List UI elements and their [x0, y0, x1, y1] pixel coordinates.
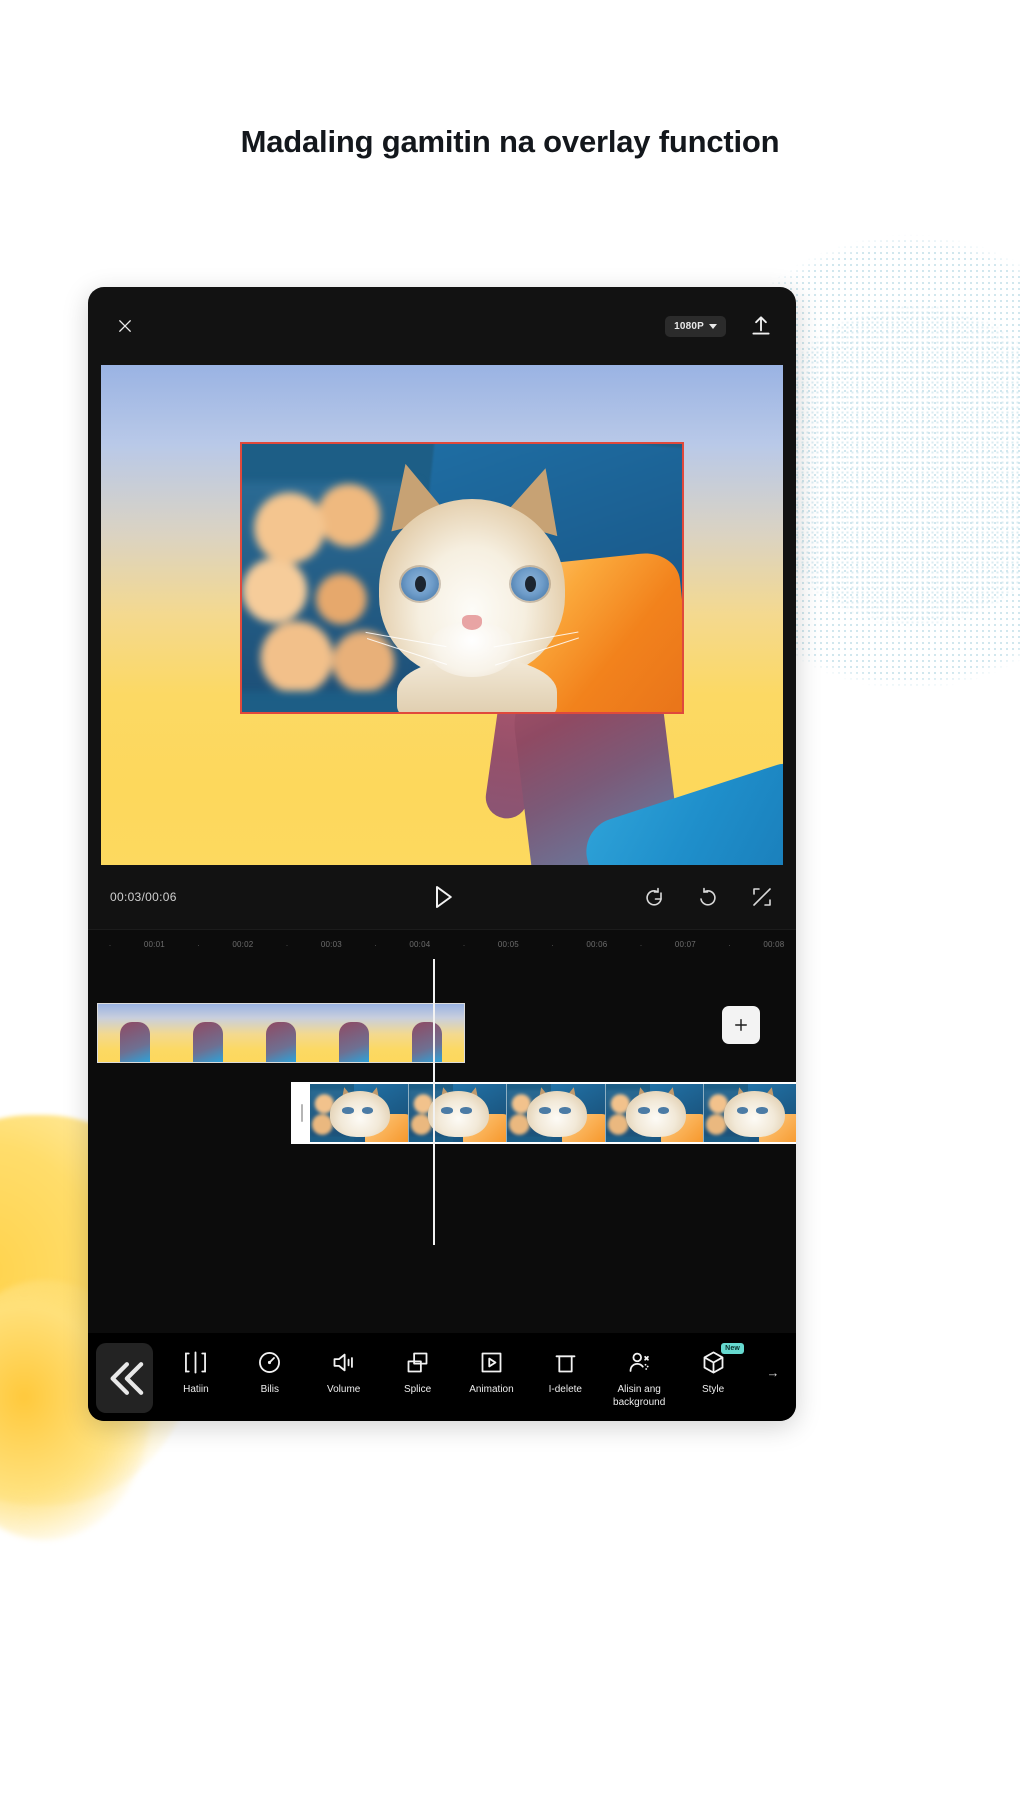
- track-thumbnail: [507, 1084, 606, 1142]
- add-clip-button[interactable]: [722, 1006, 760, 1044]
- undo-icon[interactable]: [642, 885, 666, 909]
- timecode-display: 00:03/00:06: [110, 890, 177, 904]
- app-window: 1080P 00:03/00:06 · 00:01 · 00:02 · 00:0…: [88, 287, 796, 1421]
- ruler-tick: ·: [285, 939, 289, 950]
- toolbar-item-style[interactable]: New Style: [676, 1339, 750, 1397]
- overlay-thumbnail-strip: [310, 1084, 796, 1142]
- preview-container: [88, 365, 796, 865]
- toolbar-item-remove-background[interactable]: Alisin ang background: [602, 1339, 676, 1409]
- track-thumbnail: [408, 1084, 508, 1142]
- toolbar-item-delete[interactable]: I-delete: [528, 1339, 602, 1397]
- toolbar-item-label: Alisin ang background: [613, 1384, 666, 1408]
- collapse-toolbar-button[interactable]: [96, 1343, 153, 1413]
- ruler-tick: 00:05: [497, 940, 519, 949]
- track-thumbnail: [171, 1004, 245, 1062]
- track-thumbnail: [390, 1004, 464, 1062]
- toolbar-item-volume[interactable]: Volume: [307, 1339, 381, 1397]
- resolution-value: 1080P: [674, 320, 704, 332]
- track-thumbnail: [98, 1004, 172, 1062]
- speed-gauge-icon: [256, 1349, 283, 1376]
- toolbar-item-split[interactable]: Hatiin: [159, 1339, 233, 1397]
- overlay-clip-cat-image: [242, 444, 682, 712]
- track-thumbnail: [605, 1084, 705, 1142]
- export-upload-icon[interactable]: [748, 313, 774, 339]
- playback-controls: 00:03/00:06: [88, 865, 796, 929]
- redo-icon[interactable]: [696, 885, 720, 909]
- ruler-tick: 00:08: [763, 940, 785, 949]
- playback-right-group: [642, 885, 774, 909]
- track-thumbnail: [317, 1004, 391, 1062]
- fullscreen-icon[interactable]: [750, 885, 774, 909]
- main-video-track[interactable]: [97, 1003, 465, 1063]
- toolbar-item-label: Bilis: [260, 1384, 279, 1395]
- trash-delete-icon: [552, 1349, 579, 1376]
- ruler-tick: 00:06: [586, 940, 608, 949]
- bottom-toolbar: Hatiin Bilis Volume Splice Animation I-d…: [88, 1333, 796, 1421]
- ruler-tick-group: · 00:01 · 00:02 · 00:03 · 00:04 · 00:05 …: [88, 930, 796, 959]
- toolbar-item-label: Hatiin: [183, 1384, 209, 1395]
- toolbar-item-speed[interactable]: Bilis: [233, 1339, 307, 1397]
- track-thumbnail: [704, 1084, 796, 1142]
- ruler-tick: ·: [551, 939, 555, 950]
- ruler-tick: ·: [462, 939, 466, 950]
- timeline-ruler[interactable]: · 00:01 · 00:02 · 00:03 · 00:04 · 00:05 …: [88, 929, 796, 959]
- toolbar-item-label: Volume: [327, 1384, 361, 1395]
- remove-background-person-icon: [626, 1349, 653, 1376]
- animation-play-icon: [478, 1349, 505, 1376]
- toolbar-item-label: Animation: [469, 1384, 514, 1395]
- toolbar-items: Hatiin Bilis Volume Splice Animation I-d…: [153, 1339, 750, 1409]
- top-bar: 1080P: [88, 287, 796, 365]
- trim-handle-left[interactable]: [293, 1084, 310, 1142]
- overlay-track-selected[interactable]: [291, 1082, 796, 1144]
- track-thumbnail: [244, 1004, 318, 1062]
- video-preview[interactable]: [101, 365, 783, 865]
- ruler-tick: ·: [728, 939, 732, 950]
- splice-pip-icon: [404, 1349, 431, 1376]
- toolbar-item-label: Splice: [403, 1384, 432, 1395]
- ruler-tick: 00:01: [143, 940, 165, 949]
- ruler-tick: ·: [639, 939, 643, 950]
- toolbar-item-animation[interactable]: Animation: [455, 1339, 529, 1397]
- page-root: Madaling gamitin na overlay function 108…: [0, 0, 1020, 1813]
- ruler-tick: ·: [374, 939, 378, 950]
- playhead[interactable]: [433, 959, 435, 1245]
- overlay-clip-selection[interactable]: [240, 442, 684, 714]
- play-icon[interactable]: [427, 882, 457, 912]
- track-thumbnail: [310, 1084, 409, 1142]
- top-bar-right-group: 1080P: [665, 313, 774, 339]
- toolbar-more-arrow-icon[interactable]: →: [750, 1339, 796, 1380]
- page-title: Madaling gamitin na overlay function: [240, 124, 780, 159]
- timeline[interactable]: [88, 959, 796, 1333]
- toolbar-item-splice[interactable]: Splice: [381, 1339, 455, 1397]
- ruler-tick: ·: [197, 939, 201, 950]
- toolbar-item-label: I-delete: [548, 1384, 582, 1395]
- toolbar-item-label: Style: [701, 1384, 725, 1395]
- ruler-tick: 00:07: [674, 940, 696, 949]
- status-badge: New: [721, 1343, 745, 1354]
- ruler-tick: 00:02: [232, 940, 254, 949]
- ruler-tick: 00:04: [409, 940, 431, 949]
- volume-icon: [330, 1349, 357, 1376]
- ruler-tick: 00:03: [320, 940, 342, 949]
- split-icon: [182, 1349, 209, 1376]
- ruler-tick: ·: [108, 939, 112, 950]
- resolution-selector[interactable]: 1080P: [665, 315, 726, 337]
- close-icon[interactable]: [110, 311, 140, 341]
- chevron-down-icon: [709, 323, 717, 329]
